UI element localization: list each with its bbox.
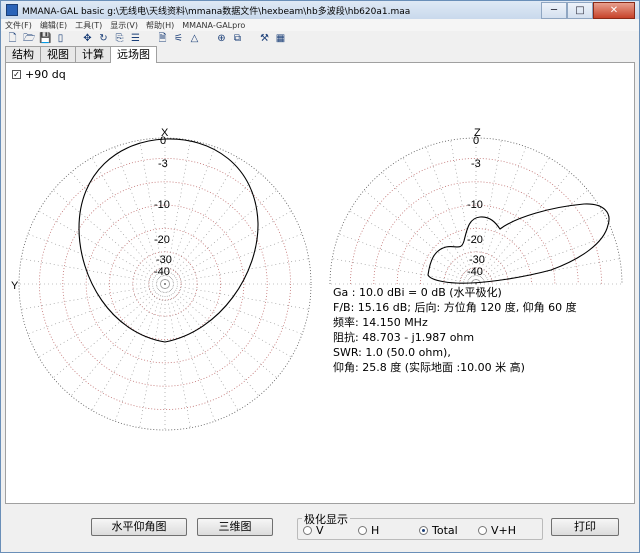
left-ring-label-10: -10	[154, 199, 170, 211]
move-icon[interactable]: ✥	[82, 33, 93, 45]
right-ring-label-30: -30	[469, 254, 485, 266]
impedance-line: 阻抗: 48.703 - j1.987 ohm	[333, 331, 475, 344]
save-icon[interactable]: 💾	[39, 33, 51, 45]
radiation-plots: X Y 0 -3 -10 -20 -30 -40 Z 0 -3 -10 -20 …	[11, 127, 623, 431]
grid-spoke	[52, 189, 166, 285]
right-ring-label-40: -40	[467, 266, 483, 278]
polarization-group: 极化显示 V H Total V+H	[297, 511, 543, 540]
grid-spoke	[21, 258, 166, 285]
left-ring-label-20: -20	[154, 234, 170, 246]
bottom-controls: 水平仰角图 三维图 极化显示 V H Total V+H 打印	[1, 504, 639, 552]
grid-spoke	[164, 283, 278, 379]
tab-strip: 结构 视图 计算 远场图	[5, 46, 157, 63]
tools-icon[interactable]: ⚒	[259, 33, 270, 45]
front-back-line: F/B: 15.16 dB; 后向: 方位角 120 度, 仰角 60 度	[333, 301, 577, 314]
close-button[interactable]: ✕	[593, 1, 635, 19]
frequency-line: 频率: 14.150 MHz	[333, 316, 428, 329]
grid-spoke	[164, 283, 191, 428]
menu-tools[interactable]: 工具(T)	[71, 20, 106, 31]
grid-spoke	[164, 171, 260, 285]
document-icon[interactable]: 🗎	[157, 33, 168, 45]
grid-spoke	[164, 189, 278, 285]
grid-spoke	[475, 171, 571, 285]
grid-spoke	[164, 283, 260, 397]
page-icon[interactable]: ▯	[55, 33, 66, 45]
maximize-button[interactable]: □	[567, 1, 593, 19]
calculator-icon[interactable]: ▦	[275, 33, 286, 45]
left-ring-label-40: -40	[154, 266, 170, 278]
target-icon[interactable]: ⊕	[216, 33, 227, 45]
horizontal-pattern-grid	[18, 137, 312, 431]
elevation-line: 仰角: 25.8 度 (实际地面 :10.00 米 高)	[333, 361, 525, 374]
print-button[interactable]: 打印	[551, 518, 619, 536]
left-axis-y-label: Y	[11, 280, 19, 292]
polarization-vh-radio[interactable]: V+H	[478, 524, 516, 537]
radio-dot[interactable]	[303, 526, 312, 535]
right-ring-label-0: 0	[473, 135, 479, 147]
rotate-icon[interactable]: ↻	[98, 33, 109, 45]
tab-calculate[interactable]: 计算	[75, 46, 111, 62]
grid-spoke	[139, 283, 166, 428]
left-ring-label-3: -3	[158, 158, 168, 170]
menu-bar: 文件(F) 编辑(E) 工具(T) 显示(V) 帮助(H) MMANA-GALp…	[1, 19, 639, 31]
polarization-v-radio[interactable]: V	[303, 524, 324, 537]
duplicate-icon[interactable]: ⧉	[232, 33, 243, 45]
right-ring-label-10: -10	[467, 199, 483, 211]
radio-label: V	[316, 524, 324, 537]
grid-spoke	[363, 189, 477, 285]
toolbar: 🗋 🗁 💾 ▯ ✥ ↻ ⎘ ☰ 🗎 ⚟ △ ⊕ ⧉ ⚒ ▦	[1, 32, 639, 46]
window-title: MMANA-GAL basic g:\无线电\天线资料\mmana数据文件\he…	[22, 6, 411, 17]
grid-spoke	[164, 283, 309, 310]
right-ring-label-3: -3	[471, 158, 481, 170]
triangle-icon[interactable]: △	[189, 33, 200, 45]
menu-edit[interactable]: 编辑(E)	[36, 20, 71, 31]
menu-help[interactable]: 帮助(H)	[142, 20, 178, 31]
title-bar[interactable]: MMANA-GAL basic g:\无线电\天线资料\mmana数据文件\he…	[1, 1, 639, 19]
app-window: MMANA-GAL basic g:\无线电\天线资料\mmana数据文件\he…	[0, 0, 640, 553]
menu-file[interactable]: 文件(F)	[1, 20, 36, 31]
app-icon	[6, 4, 18, 16]
menu-view[interactable]: 显示(V)	[106, 20, 142, 31]
3d-plot-button[interactable]: 三维图	[197, 518, 273, 536]
menu-pro[interactable]: MMANA-GALpro	[178, 21, 249, 30]
copy-icon[interactable]: ⎘	[114, 33, 125, 45]
minimize-button[interactable]: ─	[541, 1, 567, 19]
tab-structure[interactable]: 结构	[5, 46, 41, 62]
grid-spoke	[164, 258, 309, 285]
radio-dot[interactable]	[478, 526, 487, 535]
grid-spoke	[475, 189, 589, 285]
pattern-info: Ga : 10.0 dBi = 0 dB (水平极化) F/B: 15.16 d…	[333, 285, 577, 375]
radio-label: Total	[432, 524, 458, 537]
tab-far-field[interactable]: 远场图	[110, 46, 157, 63]
radio-dot[interactable]	[358, 526, 367, 535]
vertical-pattern-curve	[427, 203, 610, 284]
radio-dot-selected[interactable]	[419, 526, 428, 535]
polarization-h-radio[interactable]: H	[358, 524, 379, 537]
grid-spoke	[332, 258, 477, 285]
far-field-panel: ✓ +90 dq X Y 0 -3 -10 -20 -30 -40 Z 0 -3…	[5, 62, 635, 504]
grid-spoke	[52, 283, 166, 379]
radio-label: V+H	[491, 524, 517, 537]
radio-label: H	[371, 524, 380, 537]
tab-view[interactable]: 视图	[40, 46, 76, 62]
grid-spoke	[21, 283, 166, 310]
gain-line: Ga : 10.0 dBi = 0 dB (水平极化)	[333, 286, 502, 299]
open-file-icon[interactable]: 🗁	[23, 33, 35, 45]
new-file-icon[interactable]: 🗋	[7, 33, 18, 45]
polarization-total-radio[interactable]: Total	[419, 524, 458, 537]
right-ring-label-20: -20	[467, 234, 483, 246]
list-icon[interactable]: ☰	[130, 33, 141, 45]
grid-spoke	[70, 283, 166, 397]
left-ring-label-0: 0	[160, 135, 166, 147]
swr-line: SWR: 1.0 (50.0 ohm),	[333, 346, 451, 359]
left-ring-label-30: -30	[156, 254, 172, 266]
horizontal-elevation-button[interactable]: 水平仰角图	[91, 518, 187, 536]
chart-icon[interactable]: ⚟	[173, 33, 184, 45]
